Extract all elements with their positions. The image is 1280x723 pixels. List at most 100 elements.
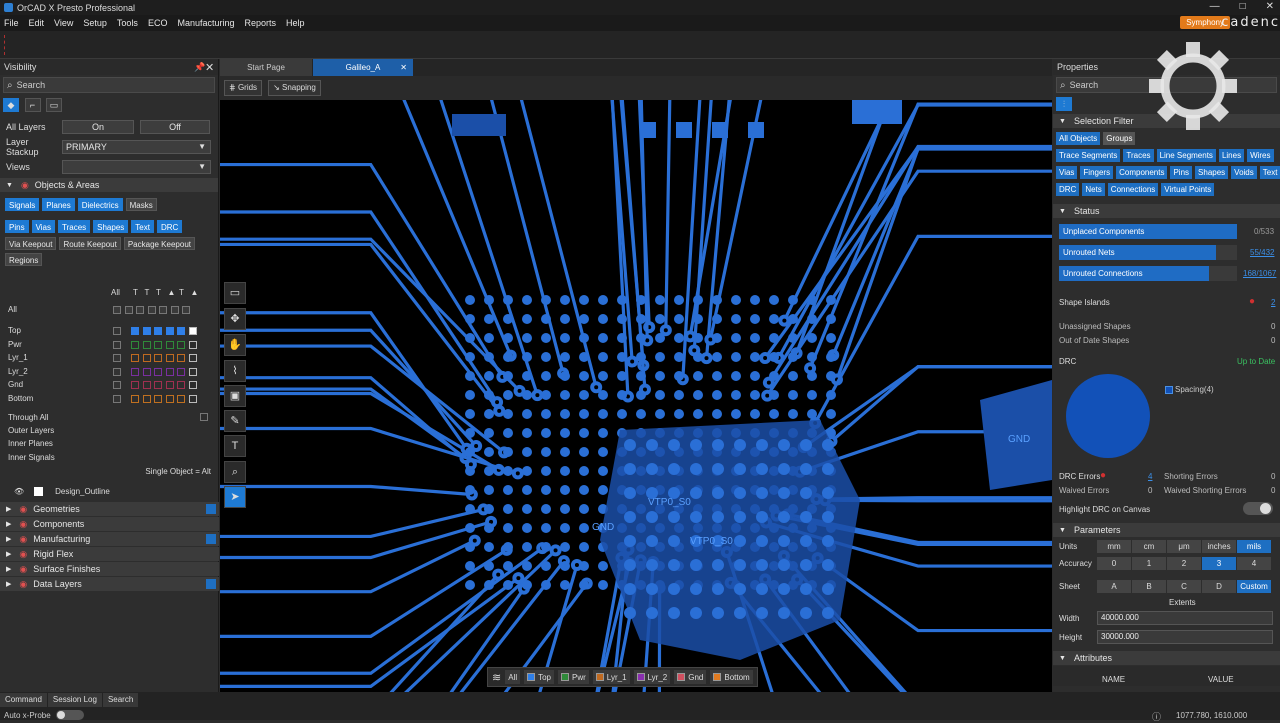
layer-swatch[interactable] <box>154 381 162 389</box>
through-all-label[interactable]: Through All <box>8 413 48 422</box>
all-layer-toggle[interactable] <box>159 306 167 314</box>
filter-chip-regions[interactable]: Regions <box>5 253 42 266</box>
layer-column-icon[interactable]: T <box>133 288 138 297</box>
accuracy-option-4[interactable]: 4 <box>1237 557 1271 570</box>
menu-file[interactable]: File <box>4 18 19 28</box>
eye-icon[interactable]: ◉ <box>21 180 29 191</box>
section-rigid-flex[interactable]: ▶◉Rigid Flex <box>0 547 219 561</box>
layer-swatch[interactable] <box>177 354 185 362</box>
pcb-canvas[interactable]: GNDVTP0_S0VTP0_S0GND <box>220 100 1052 692</box>
units-option-m[interactable]: μm <box>1167 540 1201 553</box>
units-option-mm[interactable]: mm <box>1097 540 1131 553</box>
filter-chip-route-keepout[interactable]: Route Keepout <box>59 237 120 250</box>
filter-wires[interactable]: Wires <box>1247 149 1273 162</box>
filter-drc[interactable]: DRC <box>1056 183 1079 196</box>
parameters-section[interactable]: ▼Parameters <box>1053 523 1280 537</box>
eye-icon[interactable]: 👁 <box>14 487 24 496</box>
visibility-search-input[interactable]: ⌕ Search <box>3 77 215 93</box>
filter-shapes[interactable]: Shapes <box>1195 166 1228 179</box>
layer-swatch[interactable] <box>131 368 139 376</box>
sheet-option-d[interactable]: D <box>1202 580 1236 593</box>
close-icon[interactable]: ✕ <box>205 61 214 74</box>
outer-layers-label[interactable]: Outer Layers <box>8 426 54 435</box>
layer-row-toggle[interactable] <box>113 327 121 335</box>
tab-start-page[interactable]: Start Page <box>220 59 312 76</box>
all-layer-toggle[interactable] <box>136 306 144 314</box>
filter-chip-shapes[interactable]: Shapes <box>93 220 128 233</box>
eye-icon[interactable]: ◉ <box>19 549 27 560</box>
filter-vias[interactable]: Vias <box>1056 166 1077 179</box>
move-tool-icon[interactable]: ✥ <box>224 308 246 330</box>
layer-swatch[interactable] <box>154 368 162 376</box>
all-layer-toggle[interactable] <box>148 306 156 314</box>
add-icon[interactable] <box>206 504 216 514</box>
views-select[interactable] <box>62 160 211 174</box>
maximize-button[interactable]: □ <box>1240 1 1246 12</box>
eye-icon[interactable]: ◉ <box>19 534 27 545</box>
close-button[interactable]: ✕ <box>1266 1 1274 12</box>
minimize-button[interactable]: — <box>1210 1 1220 12</box>
filter-chip-vias[interactable]: Vias <box>32 220 55 233</box>
layer-button-bottom[interactable]: Bottom <box>710 670 752 684</box>
layer-swatch[interactable] <box>166 395 174 403</box>
layer-button-lyr-2[interactable]: Lyr_2 <box>634 670 671 684</box>
layer-swatch[interactable] <box>166 327 174 335</box>
filter-connections[interactable]: Connections <box>1108 183 1158 196</box>
outline-color-swatch[interactable] <box>34 487 43 496</box>
filter-chip-planes[interactable]: Planes <box>42 198 74 211</box>
grids-button[interactable]: ⋕ Grids <box>224 80 262 96</box>
layer-swatch[interactable] <box>143 341 151 349</box>
tab-galileo-a[interactable]: Galileo_A ✕ <box>313 59 413 76</box>
layer-swatch[interactable] <box>154 395 162 403</box>
sheet-option-a[interactable]: A <box>1097 580 1131 593</box>
layer-button-pwr[interactable]: Pwr <box>558 670 589 684</box>
add-icon[interactable] <box>206 534 216 544</box>
menu-reports[interactable]: Reports <box>245 18 277 28</box>
select-tool-icon[interactable]: ➤ <box>224 486 246 508</box>
layer-swatch[interactable] <box>143 381 151 389</box>
status-section[interactable]: ▼Status <box>1053 204 1280 218</box>
layer-swatch-white[interactable] <box>189 368 197 376</box>
units-option-cm[interactable]: cm <box>1132 540 1166 553</box>
design-outline-row[interactable]: 👁Design_Outline <box>0 481 219 501</box>
menu-setup[interactable]: Setup <box>83 18 107 28</box>
all-layer-toggle[interactable] <box>182 306 190 314</box>
filter-chip-package-keepout[interactable]: Package Keepout <box>124 237 195 250</box>
filter-virtual-points[interactable]: Virtual Points <box>1161 183 1214 196</box>
layer-row-toggle[interactable] <box>113 341 121 349</box>
layer-swatch[interactable] <box>177 327 185 335</box>
inner-signals-label[interactable]: Inner Signals <box>8 453 55 462</box>
layer-stackup-select[interactable]: PRIMARY <box>62 140 211 154</box>
filter-chip-via-keepout[interactable]: Via Keepout <box>5 237 56 250</box>
route-tool-icon[interactable]: ⌇ <box>224 360 246 382</box>
inner-planes-label[interactable]: Inner Planes <box>8 439 53 448</box>
filter-trace-segments[interactable]: Trace Segments <box>1056 149 1120 162</box>
layer-row-toggle[interactable] <box>113 381 121 389</box>
tab-close-icon[interactable]: ✕ <box>400 59 407 76</box>
layer-swatch-white[interactable] <box>189 354 197 362</box>
layer-swatch[interactable] <box>131 341 139 349</box>
filter-nets[interactable]: Nets <box>1082 183 1104 196</box>
layers-stack-icon[interactable]: ≋ <box>492 671 501 684</box>
layer-swatch[interactable] <box>166 341 174 349</box>
filter-groups[interactable]: Groups <box>1103 132 1135 145</box>
pin-icon[interactable]: 📌 <box>194 62 205 73</box>
layer-swatch[interactable] <box>131 327 139 335</box>
menu-manufacturing[interactable]: Manufacturing <box>177 18 234 28</box>
session-log-tab[interactable]: Session Log <box>48 693 102 707</box>
layer-swatch[interactable] <box>177 395 185 403</box>
units-option-inches[interactable]: inches <box>1202 540 1236 553</box>
filter-chip-pins[interactable]: Pins <box>5 220 29 233</box>
section-manufacturing[interactable]: ▶◉Manufacturing <box>0 532 219 546</box>
all-layer-toggle[interactable] <box>125 306 133 314</box>
menu-edit[interactable]: Edit <box>29 18 45 28</box>
layer-swatch[interactable] <box>154 341 162 349</box>
layer-swatch[interactable] <box>177 368 185 376</box>
section-data-layers[interactable]: ▶◉Data Layers <box>0 577 219 591</box>
attributes-section[interactable]: ▼Attributes <box>1053 651 1280 665</box>
snapping-button[interactable]: ↘ Snapping <box>268 80 321 96</box>
sheet-option-custom[interactable]: Custom <box>1237 580 1271 593</box>
auto-probe-toggle[interactable] <box>56 710 84 720</box>
command-tab[interactable]: Command <box>0 693 47 707</box>
layer-row-toggle[interactable] <box>113 354 121 362</box>
